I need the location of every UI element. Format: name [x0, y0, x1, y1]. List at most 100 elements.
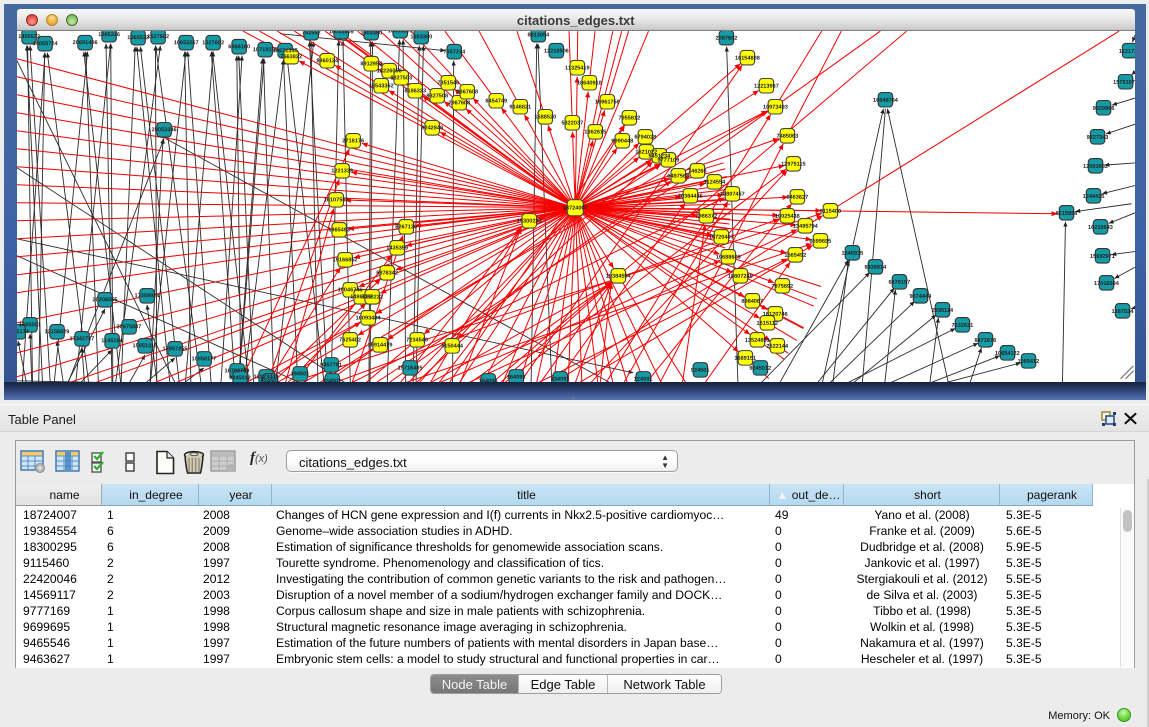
svg-text:9115400: 9115400 [820, 209, 841, 215]
svg-text:14055724: 14055724 [33, 41, 59, 47]
svg-text:12093852: 12093852 [1083, 164, 1108, 170]
svg-text:10046746: 10046746 [338, 287, 363, 293]
svg-text:1267534: 1267534 [1112, 309, 1135, 315]
svg-text:8215958: 8215958 [1056, 211, 1078, 217]
svg-text:9990448: 9990448 [611, 139, 633, 145]
svg-text:16107552: 16107552 [324, 197, 349, 203]
svg-text:18640910: 18640910 [577, 80, 602, 86]
svg-text:16120746: 16120746 [763, 312, 788, 318]
svg-text:8498222: 8498222 [361, 294, 383, 300]
svg-text:15751074: 15751074 [1113, 80, 1134, 86]
svg-text:9457791: 9457791 [320, 362, 342, 368]
svg-text:1435359: 1435359 [386, 245, 408, 251]
svg-text:6497568: 6497568 [667, 174, 689, 180]
svg-text:7955812: 7955812 [618, 116, 640, 122]
svg-text:1588520: 1588520 [534, 114, 556, 120]
svg-text:10025438: 10025438 [775, 214, 800, 220]
svg-text:1527602: 1527602 [147, 34, 169, 40]
svg-text:8186323: 8186323 [404, 88, 426, 94]
svg-text:5322037: 5322037 [561, 121, 583, 127]
svg-text:10654122: 10654122 [995, 351, 1020, 357]
svg-text:16961758: 16961758 [595, 100, 620, 106]
svg-text:164093: 164093 [507, 375, 526, 381]
svg-text:9245012: 9245012 [229, 375, 251, 381]
svg-text:9245012: 9245012 [749, 366, 771, 372]
svg-text:6599695: 6599695 [809, 239, 831, 245]
svg-text:12218506: 12218506 [544, 48, 569, 54]
svg-text:924501: 924501 [261, 378, 280, 382]
svg-text:9150444: 9150444 [441, 344, 464, 350]
svg-text:124091: 124091 [634, 377, 653, 382]
svg-text:1685001: 1685001 [19, 322, 41, 328]
svg-text:7485063: 7485063 [777, 134, 799, 140]
svg-text:15051315: 15051315 [133, 343, 158, 349]
svg-text:10958177: 10958177 [192, 356, 217, 362]
svg-text:9674444: 9674444 [909, 294, 932, 300]
svg-text:13495794: 13495794 [793, 224, 819, 230]
svg-text:7632621: 7632621 [951, 323, 973, 329]
svg-text:12156829: 12156829 [44, 329, 69, 335]
svg-text:9777109: 9777109 [657, 158, 679, 164]
svg-text:9463627: 9463627 [786, 195, 808, 201]
svg-text:2935114: 2935114 [932, 308, 954, 314]
svg-text:1121733: 1121733 [1119, 49, 1135, 55]
svg-text:1965493: 1965493 [328, 227, 350, 233]
svg-text:134091: 134091 [551, 377, 570, 382]
svg-text:8454749: 8454749 [485, 98, 507, 104]
svg-text:1244415: 1244415 [1083, 194, 1105, 200]
svg-text:8813054: 8813054 [527, 32, 550, 38]
svg-text:7357224: 7357224 [443, 49, 466, 55]
svg-text:20053346: 20053346 [152, 127, 177, 133]
svg-text:2967608: 2967608 [448, 100, 470, 106]
svg-text:9327503: 9327503 [390, 75, 412, 81]
svg-text:7351546: 7351546 [437, 80, 459, 86]
svg-text:9146821: 9146821 [509, 104, 531, 110]
svg-text:18807249: 18807249 [728, 274, 753, 280]
svg-text:1065326: 1065326 [98, 32, 120, 38]
svg-text:1362615: 1362615 [584, 130, 606, 136]
svg-text:19166852: 19166852 [333, 257, 358, 263]
svg-text:12213967: 12213967 [754, 84, 779, 90]
svg-text:16033809: 16033809 [388, 31, 413, 34]
svg-text:194501: 194501 [291, 371, 310, 377]
svg-text:2718176: 2718176 [342, 138, 364, 144]
svg-text:6966160: 6966160 [228, 44, 250, 50]
svg-text:19384554: 19384554 [606, 274, 632, 280]
svg-text:16648784: 16648784 [873, 98, 899, 104]
svg-text:3915174: 3915174 [17, 329, 30, 335]
svg-text:13226058: 13226058 [377, 68, 402, 74]
svg-text:3124554: 3124554 [703, 180, 726, 186]
svg-text:10688609: 10688609 [716, 255, 741, 261]
svg-text:8912954: 8912954 [360, 61, 383, 67]
svg-text:1221339: 1221339 [331, 168, 353, 174]
svg-text:1065532: 1065532 [127, 35, 149, 41]
svg-text:6794028: 6794028 [634, 135, 656, 141]
svg-text:15720407: 15720407 [709, 235, 734, 241]
svg-text:924501: 924501 [691, 368, 710, 374]
svg-text:16154808: 16154808 [735, 56, 760, 62]
svg-text:1527602: 1527602 [202, 40, 224, 46]
svg-text:7625402: 7625402 [339, 337, 361, 343]
svg-text:2522144: 2522144 [766, 344, 789, 350]
svg-text:16914479: 16914479 [368, 342, 393, 348]
svg-text:6879197: 6879197 [888, 280, 910, 286]
svg-text:9329966: 9329966 [1093, 106, 1115, 112]
svg-text:16543362: 16543362 [369, 83, 394, 89]
svg-text:15692971: 15692971 [1090, 254, 1115, 260]
svg-text:10973493: 10973493 [763, 105, 788, 111]
svg-text:20364436: 20364436 [678, 194, 703, 200]
svg-text:7663822: 7663822 [280, 54, 302, 60]
svg-text:1145194: 1145194 [101, 338, 123, 344]
svg-text:17359924: 17359924 [135, 293, 161, 299]
svg-text:8960124: 8960124 [316, 58, 339, 64]
svg-text:30975887: 30975887 [117, 324, 142, 330]
svg-text:8938914: 8938914 [864, 265, 887, 271]
svg-text:7986372: 7986372 [695, 214, 717, 220]
svg-text:134501: 134501 [323, 378, 342, 382]
svg-text:20206555: 20206555 [93, 297, 118, 303]
svg-text:8471676: 8471676 [974, 338, 996, 344]
svg-text:1405572: 1405572 [18, 34, 40, 40]
svg-text:12975115: 12975115 [781, 162, 806, 168]
svg-text:2367608: 2367608 [456, 89, 478, 95]
svg-text:16210643: 16210643 [1088, 225, 1113, 231]
